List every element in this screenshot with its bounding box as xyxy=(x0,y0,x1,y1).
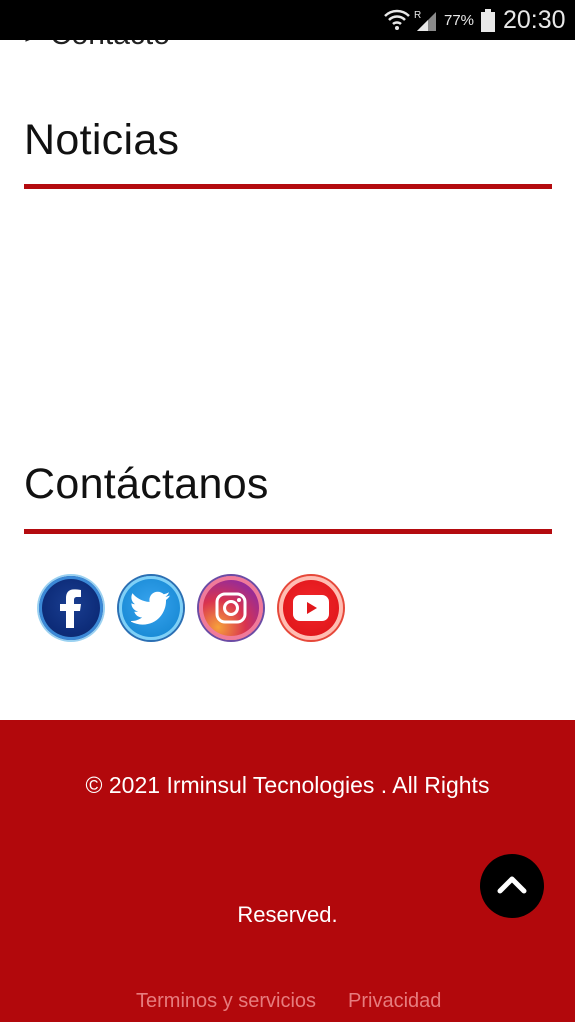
contact-divider xyxy=(24,529,552,534)
svg-text:R: R xyxy=(414,10,421,21)
footer: © 2021 Irminsul Tecnologies . All Rights… xyxy=(0,720,575,1022)
instagram-icon[interactable] xyxy=(199,576,263,640)
news-section-title: Noticias xyxy=(24,116,180,164)
battery-icon xyxy=(480,9,496,38)
wifi-icon xyxy=(384,9,410,36)
battery-percent: 77% xyxy=(444,12,475,29)
copyright-text: © 2021 Irminsul Tecnologies . All Rights xyxy=(85,772,490,798)
twitter-icon[interactable] xyxy=(119,576,183,640)
signal-icon: R xyxy=(414,9,438,38)
social-links xyxy=(39,576,343,640)
contact-section-title: Contáctanos xyxy=(24,460,269,508)
footer-links: Terminos y servicios Privacidad xyxy=(136,990,441,1013)
footer-link-privacy[interactable]: Privacidad xyxy=(348,990,441,1013)
news-divider xyxy=(24,184,552,189)
clock: 20:30 xyxy=(503,6,566,34)
back-to-top-button[interactable] xyxy=(480,854,544,918)
youtube-icon[interactable] xyxy=(279,576,343,640)
status-bar: R 77% 20:30 xyxy=(0,0,575,40)
chevron-up-icon xyxy=(497,874,527,899)
facebook-icon[interactable] xyxy=(39,576,103,640)
footer-link-terms[interactable]: Terminos y servicios xyxy=(136,990,316,1013)
